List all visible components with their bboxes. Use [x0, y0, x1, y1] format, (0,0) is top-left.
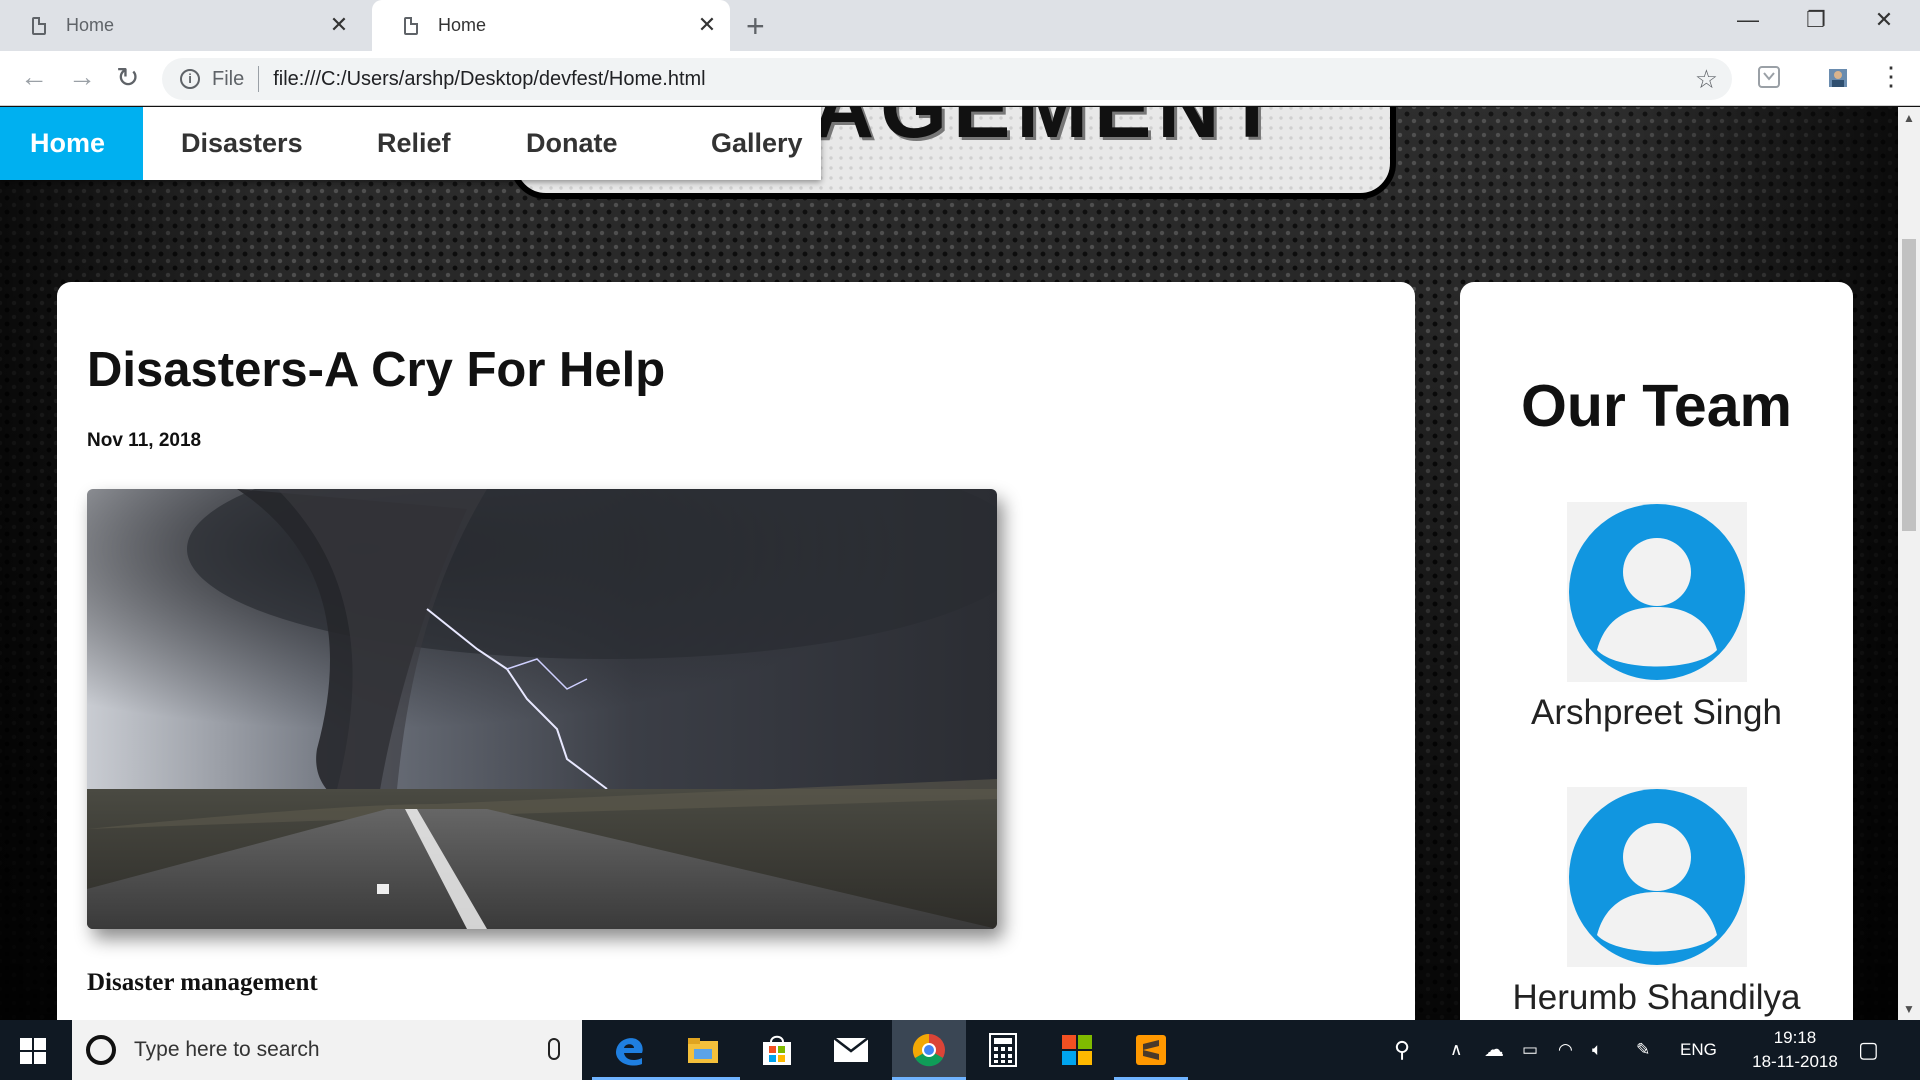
close-window-icon[interactable]: ✕ [1850, 0, 1918, 42]
banner-title: AGEMENT [812, 107, 1284, 156]
tab-title: Home [438, 15, 487, 35]
tab-strip: Home ✕ Home ✕ + — ❐ ✕ [0, 0, 1920, 51]
store-icon[interactable] [740, 1020, 814, 1080]
post-subtitle: Disaster management [87, 969, 318, 996]
calculator-icon[interactable] [966, 1020, 1040, 1080]
sublime-text-icon[interactable] [1114, 1020, 1188, 1080]
member-name: Arshpreet Singh [1531, 693, 1782, 732]
search-placeholder: Type here to search [134, 1038, 320, 1061]
office-icon[interactable] [1040, 1020, 1114, 1080]
mail-icon[interactable] [814, 1020, 888, 1080]
divider [258, 66, 260, 92]
browser-tab-2[interactable]: Home ✕ [372, 0, 730, 51]
nav-disasters[interactable]: Disasters [143, 107, 316, 180]
web-page: AGEMENT Home Disasters Relief Donate Gal… [0, 107, 1898, 1020]
tab-title: Home [66, 15, 115, 35]
page-scrollbar[interactable]: ▲ ▼ [1898, 107, 1920, 1020]
microphone-icon[interactable] [548, 1038, 560, 1060]
edge-icon[interactable] [592, 1020, 666, 1080]
pen-icon[interactable]: ✎ [1636, 1020, 1650, 1080]
user-avatar-icon [1566, 787, 1747, 967]
toolbar: ← → ↻ i File file:///C:/Users/arshp/Desk… [0, 51, 1920, 106]
clock-time: 19:18 [1773, 1028, 1817, 1047]
bookmark-star-icon[interactable]: ☆ [1695, 64, 1718, 95]
windows-start-icon[interactable] [20, 1038, 46, 1064]
language-indicator[interactable]: ENG [1680, 1020, 1717, 1080]
volume-icon[interactable]: 🔈︎ [1592, 1020, 1602, 1080]
close-tab-icon[interactable]: ✕ [694, 12, 720, 38]
info-icon[interactable]: i [180, 69, 200, 89]
post-card: Disasters-A Cry For Help Nov 11, 2018 Di… [57, 282, 1415, 1020]
cortana-icon [86, 1035, 116, 1065]
address-bar[interactable]: i File file:///C:/Users/arshp/Desktop/de… [162, 58, 1732, 100]
nav-relief[interactable]: Relief [316, 107, 461, 180]
document-icon [32, 16, 46, 35]
nav-donate[interactable]: Donate [461, 107, 636, 180]
action-center-icon[interactable]: ▢ [1858, 1020, 1879, 1080]
url-text: file:///C:/Users/arshp/Desktop/devfest/H… [273, 67, 706, 90]
clock[interactable]: 19:18 18-11-2018 [1740, 1026, 1850, 1074]
reload-icon[interactable]: ↻ [116, 61, 139, 94]
browser-tab-1[interactable]: Home ✕ [0, 0, 362, 51]
close-tab-icon[interactable]: ✕ [326, 12, 352, 38]
scroll-thumb[interactable] [1902, 239, 1916, 531]
wifi-icon[interactable]: ◠ [1558, 1020, 1573, 1080]
scheme-label: File [212, 67, 245, 90]
onedrive-icon[interactable]: ☁ [1484, 1020, 1504, 1080]
user-avatar-icon [1566, 502, 1747, 682]
scroll-up-icon[interactable]: ▲ [1903, 111, 1915, 125]
show-hidden-icons-icon[interactable]: ∧ [1450, 1020, 1462, 1080]
new-tab-button[interactable]: + [746, 8, 765, 45]
document-icon [404, 16, 418, 35]
minimize-icon[interactable]: — [1714, 0, 1782, 42]
tornado-image [87, 489, 997, 929]
scroll-down-icon[interactable]: ▼ [1903, 1002, 1915, 1016]
profile-icon[interactable] [1826, 65, 1850, 89]
extension-icon[interactable] [1757, 65, 1781, 89]
battery-icon[interactable]: ▭ [1522, 1020, 1538, 1080]
post-date: Nov 11, 2018 [87, 430, 202, 451]
menu-icon[interactable]: ⋮ [1878, 61, 1904, 92]
back-icon[interactable]: ← [20, 61, 48, 93]
member-name: Herumb Shandilya [1512, 978, 1801, 1017]
team-title: Our Team [1520, 373, 1793, 439]
team-card: Our Team Arshpreet Singh Herumb Shandily… [1460, 282, 1853, 1020]
file-explorer-icon[interactable] [666, 1020, 740, 1080]
taskbar: Type here to search ⚲ ∧ ☁ ▭ ◠ 🔈︎ ✎ ENG 1… [0, 1020, 1920, 1080]
forward-icon[interactable]: → [68, 61, 96, 93]
team-member: Arshpreet Singh [1460, 502, 1853, 733]
post-title: Disasters-A Cry For Help [87, 343, 666, 397]
nav-gallery[interactable]: Gallery [636, 107, 821, 180]
restore-icon[interactable]: ❐ [1782, 0, 1850, 42]
chrome-icon[interactable] [892, 1020, 966, 1080]
people-icon[interactable]: ⚲ [1394, 1020, 1410, 1080]
main-nav: Home Disasters Relief Donate Gallery [0, 107, 821, 180]
clock-date: 18-11-2018 [1752, 1052, 1838, 1071]
nav-home[interactable]: Home [0, 107, 143, 180]
team-member: Herumb Shandilya [1460, 787, 1853, 1018]
taskbar-search[interactable]: Type here to search [72, 1020, 582, 1080]
